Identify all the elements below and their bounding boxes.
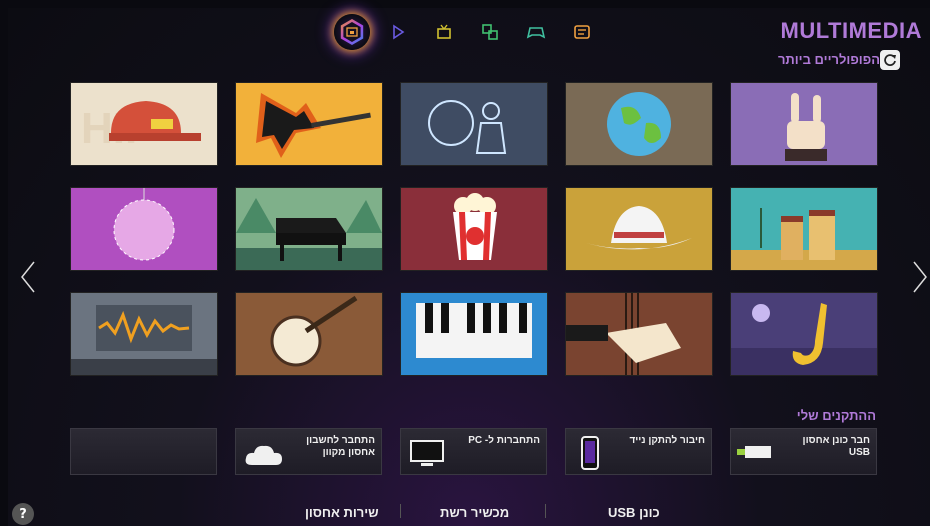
cloud-icon — [245, 445, 282, 465]
nav-tv[interactable] — [426, 14, 462, 50]
tile-metal[interactable] — [730, 82, 878, 166]
nav-play[interactable] — [380, 14, 416, 50]
multimedia-icon — [346, 27, 358, 37]
saxophone-icon — [731, 293, 877, 375]
guide-icon — [574, 25, 590, 39]
device-label: התחבר לחשבון אחסון מקוון — [306, 435, 375, 458]
scroll-right-arrow[interactable] — [912, 260, 928, 298]
games-icon — [526, 27, 546, 39]
disco-ball-icon — [71, 188, 217, 270]
tile-folk[interactable] — [235, 292, 383, 376]
tile-world[interactable] — [565, 82, 713, 166]
tile-disco[interactable] — [70, 187, 218, 271]
refresh-icon — [884, 54, 896, 66]
tile-jazz[interactable] — [400, 82, 548, 166]
banjo-icon — [236, 293, 382, 375]
double-bass-icon — [566, 293, 712, 375]
tile-classical[interactable] — [235, 187, 383, 271]
refresh-button[interactable] — [880, 50, 900, 70]
tab-separator — [400, 504, 401, 518]
device-cloud-storage[interactable]: התחבר לחשבון אחסון מקוון — [235, 428, 382, 475]
tile-saxophone[interactable] — [730, 292, 878, 376]
tile-electronic[interactable] — [70, 292, 218, 376]
tab-storage-service[interactable]: שירות אחסון — [305, 505, 379, 520]
popular-heading: הפופולריים ביותר — [777, 52, 880, 67]
tile-latin[interactable] — [730, 187, 878, 271]
device-label: חבר כונן אחסון USB — [802, 435, 870, 458]
usb-icon — [737, 446, 771, 458]
nav-multimedia[interactable] — [334, 14, 370, 50]
piano-icon — [236, 188, 382, 270]
apps-icon — [482, 24, 498, 40]
globe-icon — [566, 83, 712, 165]
tv-icon — [437, 24, 451, 39]
cowboy-hat-icon — [566, 188, 712, 270]
rock-hand-icon — [731, 83, 877, 165]
device-label: חיבור להתקן נייד — [629, 435, 705, 446]
device-label: התחברות ל- PC — [468, 435, 540, 446]
devices-heading: ההתקנים שלי — [796, 408, 876, 423]
tab-separator — [545, 504, 546, 518]
drums-icon — [731, 188, 877, 270]
device-pc-connection[interactable]: התחברות ל- PC — [400, 428, 547, 475]
play-icon — [393, 24, 405, 40]
monitor-icon — [410, 440, 444, 466]
top-nav — [334, 14, 600, 50]
help-button[interactable]: ? — [12, 503, 34, 525]
tile-movies[interactable] — [400, 187, 548, 271]
musician-icon — [401, 83, 547, 165]
app-title: MULTIMEDIA — [780, 18, 922, 43]
nav-guide[interactable] — [564, 14, 600, 50]
tab-network-device[interactable]: מכשיר רשת — [440, 505, 509, 520]
device-mobile-connection[interactable]: חיבור להתקן נייד — [565, 428, 712, 475]
device-empty-slot[interactable] — [70, 428, 217, 475]
tile-blues[interactable] — [565, 292, 713, 376]
nav-games[interactable] — [518, 14, 554, 50]
tab-usb-drive[interactable]: כונן USB — [608, 505, 660, 520]
tile-country[interactable] — [565, 187, 713, 271]
guitar-icon — [236, 83, 382, 165]
scroll-left-arrow[interactable] — [20, 260, 36, 298]
phone-icon — [581, 436, 599, 470]
popcorn-icon — [401, 188, 547, 270]
chevron-right-icon — [913, 261, 927, 293]
tile-hip-hop[interactable]: HIP — [70, 82, 218, 166]
cap-icon: HIP — [71, 83, 217, 165]
device-usb-drive[interactable]: חבר כונן אחסון USB — [730, 428, 877, 475]
chevron-left-icon — [21, 261, 35, 293]
waveform-icon — [71, 293, 217, 375]
tile-keyboard[interactable] — [400, 292, 548, 376]
nav-apps[interactable] — [472, 14, 508, 50]
keyboard-icon — [401, 293, 547, 375]
tile-rock[interactable] — [235, 82, 383, 166]
